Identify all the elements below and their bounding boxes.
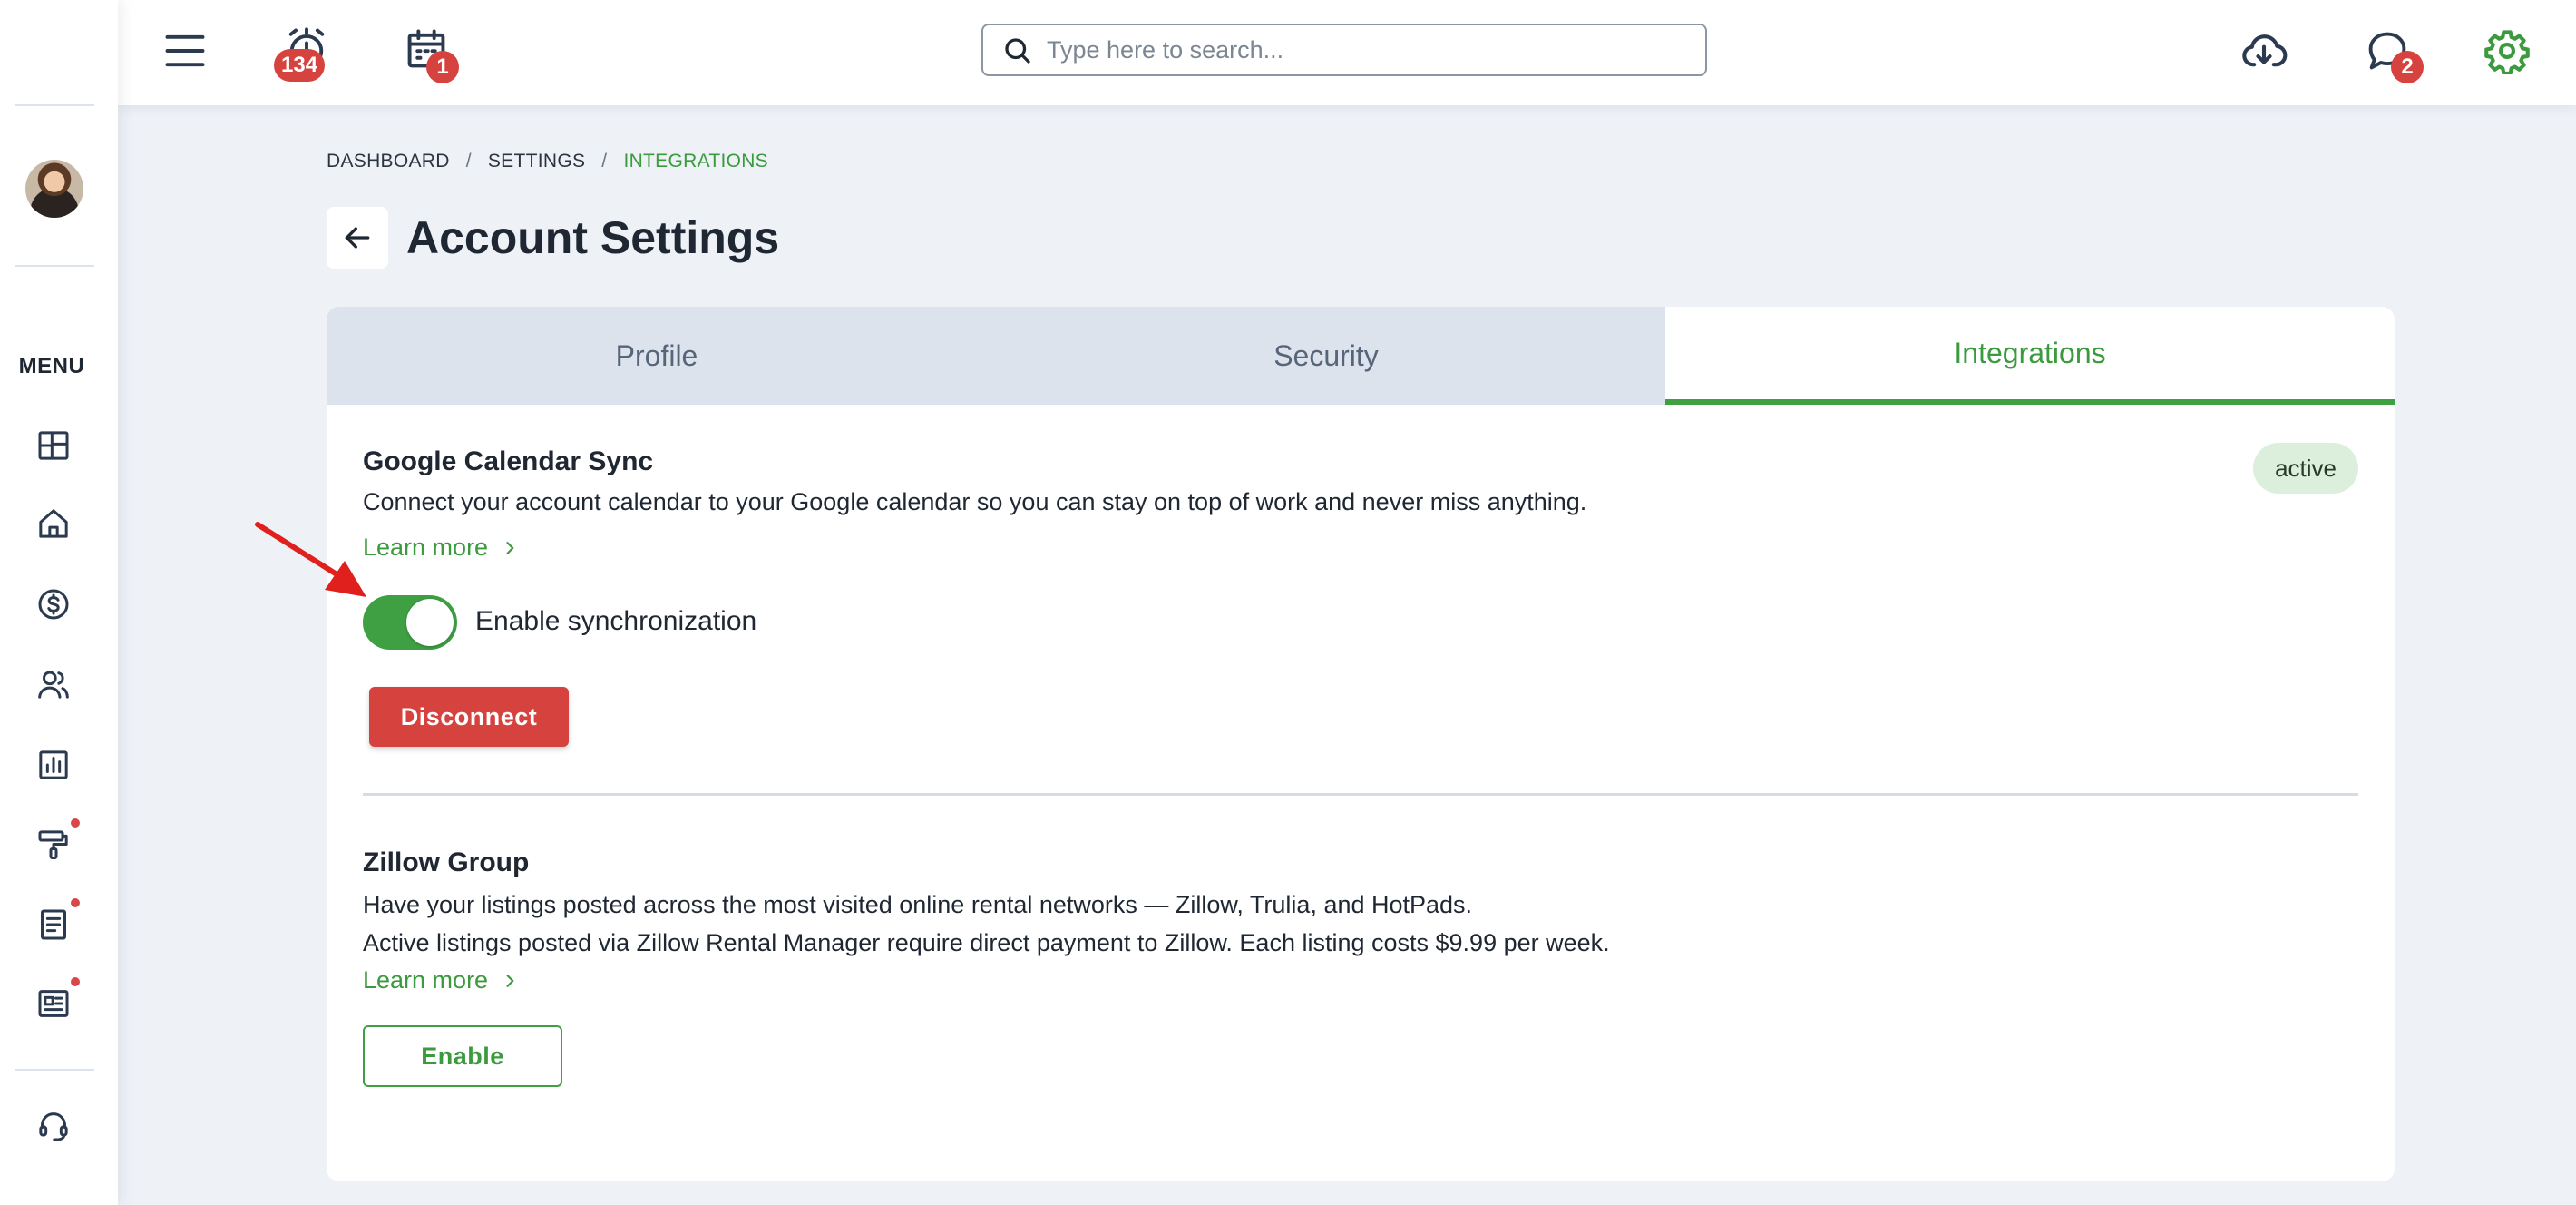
sidebar-item-news[interactable] — [33, 977, 80, 1024]
sidebar-divider — [15, 265, 94, 267]
headset-icon — [39, 1112, 68, 1141]
chevron-right-icon — [506, 974, 514, 987]
dashboard-grid-icon — [38, 431, 69, 460]
zillow-title: Zillow Group — [363, 847, 530, 877]
search-bar[interactable] — [981, 24, 1707, 76]
zillow-learn-more-link[interactable]: Learn more — [363, 966, 519, 994]
breadcrumb: DASHBOARD / SETTINGS / INTEGRATIONS — [327, 151, 768, 172]
download-button[interactable] — [2237, 24, 2291, 78]
sidebar-item-dashboard[interactable] — [33, 425, 74, 466]
messages-count-badge: 2 — [2391, 51, 2424, 83]
menu-label: MENU — [18, 354, 85, 378]
news-icon — [38, 990, 69, 1017]
alarm-button[interactable]: 134 — [274, 22, 334, 82]
sync-toggle[interactable] — [363, 595, 457, 650]
settings-button[interactable] — [2480, 24, 2534, 78]
dollar-circle-icon — [38, 589, 69, 620]
sidebar-item-maintenance[interactable] — [33, 818, 80, 866]
sidebar-item-home[interactable] — [33, 503, 74, 544]
users-icon — [38, 671, 69, 699]
calendar-button[interactable]: 1 — [399, 22, 459, 83]
sidebar-item-finance[interactable] — [33, 583, 74, 625]
messages-button[interactable]: 2 — [2360, 24, 2424, 83]
sidebar-divider — [15, 1069, 94, 1071]
breadcrumb-separator: / — [465, 151, 472, 171]
annotation-arrow-icon — [255, 522, 366, 597]
google-learn-more-link[interactable]: Learn more — [363, 534, 519, 562]
document-icon — [41, 909, 66, 940]
avatar[interactable] — [25, 160, 83, 218]
zillow-description-1: Have your listings posted across the mos… — [363, 891, 1473, 918]
toggle-knob — [406, 599, 454, 646]
google-calendar-title: Google Calendar Sync — [363, 446, 654, 476]
reports-chart-icon — [39, 750, 68, 779]
google-calendar-description: Connect your account calendar to your Go… — [363, 488, 1587, 515]
gear-icon — [2484, 30, 2530, 74]
section-divider — [363, 793, 2358, 796]
breadcrumb-dashboard[interactable]: DASHBOARD — [327, 151, 450, 172]
search-icon — [1001, 34, 1034, 72]
sidebar-item-people[interactable] — [33, 663, 74, 705]
sidebar-item-documents[interactable] — [33, 898, 80, 945]
settings-card: Profile Security Integrations Google Cal… — [327, 307, 2395, 1181]
cloud-download-icon — [2242, 34, 2288, 67]
tab-integrations[interactable]: Integrations — [1665, 307, 2395, 405]
alarm-count-badge: 134 — [274, 49, 326, 82]
hamburger-icon — [165, 34, 205, 67]
learn-more-label: Learn more — [363, 534, 489, 561]
paint-roller-icon — [38, 830, 68, 859]
notification-dot — [71, 898, 80, 907]
home-icon — [39, 509, 68, 538]
settings-tabs: Profile Security Integrations — [327, 307, 2395, 405]
support-button[interactable] — [33, 1105, 74, 1147]
back-button[interactable] — [327, 207, 388, 269]
calendar-count-badge: 1 — [426, 51, 459, 83]
tab-security[interactable]: Security — [987, 307, 1665, 405]
topbar: 134 1 2 — [118, 0, 2576, 105]
status-badge: active — [2253, 443, 2358, 494]
zillow-description-2: Active listings posted via Zillow Rental… — [363, 929, 1610, 956]
learn-more-label: Learn more — [363, 966, 489, 994]
search-input[interactable] — [1047, 35, 1705, 64]
sidebar-divider — [15, 104, 94, 106]
chevron-right-icon — [506, 541, 514, 554]
notification-dot — [71, 977, 80, 986]
tab-profile[interactable]: Profile — [327, 307, 987, 405]
menu-toggle-button[interactable] — [160, 25, 210, 76]
sidebar-item-reports[interactable] — [33, 744, 74, 786]
sidebar: MENU — [0, 0, 118, 1205]
disconnect-button[interactable]: Disconnect — [369, 687, 569, 747]
enable-button[interactable]: Enable — [363, 1025, 562, 1087]
breadcrumb-separator: / — [601, 151, 608, 171]
breadcrumb-settings[interactable]: SETTINGS — [488, 151, 585, 172]
breadcrumb-integrations: INTEGRATIONS — [623, 151, 768, 171]
notification-dot — [71, 818, 80, 828]
page-title: Account Settings — [406, 212, 780, 263]
sync-toggle-label: Enable synchronization — [475, 606, 757, 636]
arrow-left-icon — [345, 227, 370, 249]
